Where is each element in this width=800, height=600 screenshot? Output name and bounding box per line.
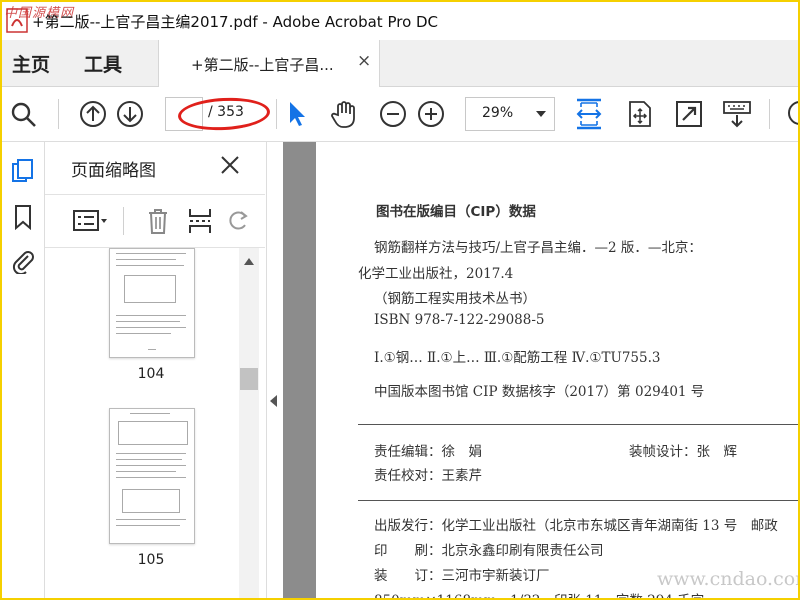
- doc-line: 责任校对：王素芹: [374, 468, 482, 484]
- zoom-out-icon[interactable]: [378, 99, 408, 129]
- tab-home[interactable]: 主页: [12, 50, 50, 77]
- scroll-mode-icon[interactable]: [625, 99, 655, 129]
- hand-icon[interactable]: [329, 99, 359, 129]
- tab-bar: 主页 工具 +第二版--上官子昌... ×: [2, 40, 798, 87]
- page-up-icon[interactable]: [78, 99, 108, 129]
- tab-document[interactable]: +第二版--上官子昌... ×: [158, 40, 380, 87]
- document-view[interactable]: 图书在版编目（CIP）数据 钢筋翻样方法与技巧/上官子昌主编．—2 版．—北京：…: [283, 142, 798, 598]
- fullscreen-icon[interactable]: [674, 99, 704, 129]
- toolbar-separator: [58, 99, 59, 129]
- toolbar-separator: [769, 99, 770, 129]
- keyboard-icon[interactable]: [722, 99, 752, 129]
- fit-width-icon[interactable]: [574, 97, 604, 131]
- select-arrow-icon[interactable]: [282, 99, 312, 129]
- doc-line: 钢筋翻样方法与技巧/上官子昌主编．—2 版．—北京：: [374, 240, 702, 256]
- chevron-down-icon: [536, 111, 546, 117]
- tab-tools[interactable]: 工具: [84, 50, 122, 77]
- thumbnail-page-104[interactable]: [109, 248, 195, 358]
- window-title: +第二版--上官子昌主编2017.pdf - Adobe Acrobat Pro…: [32, 13, 439, 31]
- thumbnails-title: 页面缩略图: [71, 161, 156, 181]
- extract-pages-icon[interactable]: [187, 207, 213, 235]
- doc-line: 出版发行：化学工业出版社（北京市东城区青年湖南街 13 号 邮政: [374, 518, 778, 534]
- thumbnails-scrollbar[interactable]: [239, 248, 259, 598]
- doc-line: 装帧设计：张 辉: [629, 444, 737, 460]
- doc-line: （钢筋工程实用技术丛书）: [374, 291, 536, 307]
- doc-line: 850mm×1168mm 1/32 印张 11 字数 294 千字: [374, 589, 704, 598]
- thumbnail-options-icon[interactable]: [73, 209, 111, 233]
- scroll-up-icon[interactable]: [244, 258, 254, 265]
- comment-icon[interactable]: [784, 99, 800, 129]
- title-bar: 中国源模网 +第二版--上官子昌主编2017.pdf - Adobe Acrob…: [2, 2, 798, 40]
- toolbar-separator: [123, 207, 124, 235]
- page-down-icon[interactable]: [115, 99, 145, 129]
- thumbnails-list: 104 105: [45, 248, 241, 598]
- doc-line: Ⅰ.①钢… Ⅱ.①上… Ⅲ.①配筋工程 Ⅳ.①TU755.3: [374, 350, 661, 366]
- rotate-icon[interactable]: [227, 207, 251, 235]
- left-rail: [2, 142, 45, 598]
- close-icon[interactable]: [219, 154, 241, 176]
- scrollbar-thumb[interactable]: [240, 368, 258, 390]
- attachment-icon[interactable]: [10, 248, 36, 274]
- doc-line: 图书在版编目（CIP）数据: [376, 204, 536, 220]
- doc-line: 印 刷：北京永鑫印刷有限责任公司: [374, 543, 604, 559]
- thumbnail-label-105: 105: [137, 552, 165, 568]
- panel-collapse-strip[interactable]: [266, 142, 283, 598]
- trash-icon[interactable]: [147, 207, 169, 235]
- zoom-value: 29%: [482, 105, 514, 121]
- zoom-select[interactable]: 29%: [465, 97, 555, 131]
- thumbnails-panel: 页面缩略图 104 105: [45, 142, 265, 598]
- doc-line: 中国版本图书馆 CIP 数据核字（2017）第 029401 号: [374, 384, 705, 400]
- tab-document-label: +第二版--上官子昌...: [191, 56, 334, 74]
- thumbnails-toolbar: [45, 194, 265, 248]
- watermark-bottom-right: www.cndao.com: [657, 568, 800, 590]
- collapse-arrow-icon[interactable]: [270, 395, 277, 407]
- page-thumbnails-icon[interactable]: [10, 158, 36, 184]
- search-icon[interactable]: [8, 99, 38, 129]
- toolbar: / 353 29%: [2, 87, 798, 142]
- tab-close-button[interactable]: ×: [357, 51, 371, 71]
- document-page: 图书在版编目（CIP）数据 钢筋翻样方法与技巧/上官子昌主编．—2 版．—北京：…: [316, 142, 798, 598]
- toolbar-separator: [276, 99, 277, 129]
- doc-rule: [358, 500, 798, 501]
- doc-line: 责任编辑：徐 娟: [374, 444, 482, 460]
- thumbnail-page-105[interactable]: [109, 408, 195, 544]
- thumbnail-label-104: 104: [137, 366, 165, 382]
- doc-rule: [358, 424, 798, 425]
- doc-line: 化学工业出版社，2017.4: [358, 266, 514, 282]
- doc-line: ISBN 978-7-122-29088-5: [374, 312, 545, 328]
- zoom-in-icon[interactable]: [416, 99, 446, 129]
- doc-line: 装 订：三河市宇新装订厂: [374, 568, 550, 584]
- app-window: 中国源模网 +第二版--上官子昌主编2017.pdf - Adobe Acrob…: [0, 0, 800, 600]
- bookmark-icon[interactable]: [10, 204, 36, 230]
